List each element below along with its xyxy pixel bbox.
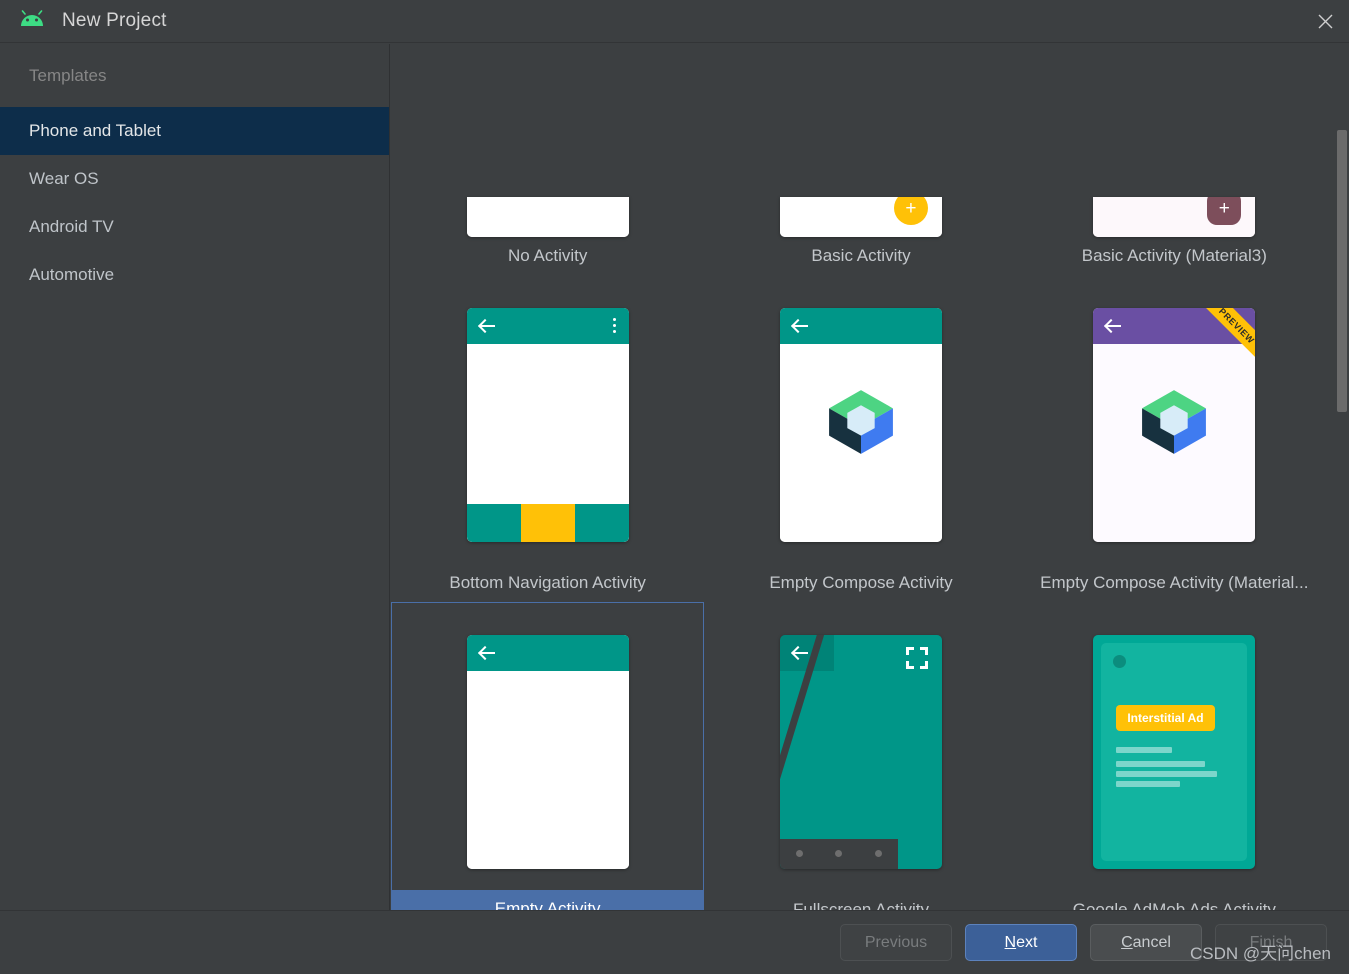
dialog-footer: Previous Next Cancel Finish CSDN @天问chen	[0, 910, 1349, 974]
close-icon[interactable]	[1301, 0, 1349, 43]
jetpack-compose-logo-icon	[823, 384, 899, 460]
fullscreen-expand-icon	[906, 647, 928, 669]
sidebar-item-automotive[interactable]: Automotive	[0, 251, 389, 299]
cancel-accel: C	[1121, 934, 1133, 951]
next-accel: N	[1005, 934, 1017, 951]
template-label: Bottom Navigation Activity	[391, 564, 704, 602]
placeholder-line	[1116, 747, 1172, 753]
thumbnail-empty-compose-activity-material3: PREVIEW	[1093, 308, 1255, 542]
template-card-empty-activity[interactable]: Empty Activity	[391, 602, 704, 910]
window-title: New Project	[62, 10, 167, 32]
thumbnail-empty-activity	[467, 635, 629, 869]
avatar-dot-icon	[1113, 655, 1126, 668]
overflow-menu-icon	[613, 318, 616, 333]
placeholder-line	[1116, 781, 1180, 787]
previous-button[interactable]: Previous	[840, 924, 952, 961]
placeholder-line	[1116, 761, 1205, 767]
template-list-scrollbar[interactable]	[1335, 44, 1349, 910]
template-card-google-admob-ads-activity[interactable]: Interstitial Ad Google AdMob Ads Activit…	[1018, 602, 1331, 910]
template-grid: No Activity + Basic Activity +	[391, 44, 1331, 910]
template-card-bottom-navigation-activity[interactable]: Bottom Navigation Activity	[391, 275, 704, 602]
next-button[interactable]: Next	[965, 924, 1077, 961]
sidebar-item-android-tv[interactable]: Android TV	[0, 203, 389, 251]
template-label: No Activity	[391, 237, 704, 275]
back-arrow-icon	[479, 317, 496, 334]
template-label: Empty Compose Activity (Material...	[1018, 564, 1331, 602]
template-label: Fullscreen Activity	[704, 891, 1017, 910]
back-arrow-icon	[1105, 317, 1122, 334]
template-card-empty-compose-activity[interactable]: Empty Compose Activity	[704, 275, 1017, 602]
sidebar-item-phone-and-tablet[interactable]: Phone and Tablet	[0, 107, 389, 155]
sidebar-header: Templates	[0, 44, 389, 107]
thumbnail-basic-activity: +	[780, 197, 942, 237]
template-label: Empty Compose Activity	[704, 564, 1017, 602]
new-project-dialog: New Project Templates Phone and Tablet W…	[0, 0, 1349, 974]
scrollbar-thumb[interactable]	[1337, 130, 1347, 412]
back-arrow-icon	[479, 644, 496, 661]
template-card-empty-compose-activity-material3[interactable]: PREVIEW Empty Compose Activity (Material…	[1018, 275, 1331, 602]
template-label: Empty Activity	[392, 890, 703, 910]
finish-button[interactable]: Finish	[1215, 924, 1327, 961]
thumbnail-bottom-navigation-activity	[467, 308, 629, 542]
title-bar: New Project	[0, 0, 1349, 43]
thumbnail-basic-activity-material3: +	[1093, 197, 1255, 237]
back-arrow-icon	[792, 317, 809, 334]
template-card-basic-activity[interactable]: + Basic Activity	[704, 44, 1017, 275]
cancel-button[interactable]: Cancel	[1090, 924, 1202, 961]
template-label: Google AdMob Ads Activity	[1018, 891, 1331, 910]
thumbnail-empty-compose-activity	[780, 308, 942, 542]
interstitial-ad-badge: Interstitial Ad	[1116, 705, 1214, 731]
fab-add-icon: +	[1207, 197, 1241, 225]
thumbnail-no-activity	[467, 197, 629, 237]
android-robot-icon	[18, 10, 46, 32]
template-card-fullscreen-activity[interactable]: Fullscreen Activity	[704, 602, 1017, 910]
next-label-rest: ext	[1016, 934, 1037, 951]
placeholder-line	[1116, 771, 1217, 777]
back-arrow-icon	[792, 644, 809, 661]
cancel-label-rest: ancel	[1133, 934, 1171, 951]
template-card-no-activity[interactable]: No Activity	[391, 44, 704, 275]
template-label: Basic Activity	[704, 237, 1017, 275]
system-nav-bar	[780, 839, 898, 869]
bottom-nav-bar	[467, 504, 629, 542]
jetpack-compose-logo-icon	[1136, 384, 1212, 460]
thumbnail-fullscreen-activity	[780, 635, 942, 869]
thumbnail-google-admob-ads-activity: Interstitial Ad	[1093, 635, 1255, 869]
sidebar: Templates Phone and Tablet Wear OS Andro…	[0, 44, 390, 974]
template-card-basic-activity-material3[interactable]: + Basic Activity (Material3)	[1018, 44, 1331, 275]
sidebar-item-wear-os[interactable]: Wear OS	[0, 155, 389, 203]
template-label: Basic Activity (Material3)	[1018, 237, 1331, 275]
template-grid-container: No Activity + Basic Activity +	[391, 44, 1349, 910]
